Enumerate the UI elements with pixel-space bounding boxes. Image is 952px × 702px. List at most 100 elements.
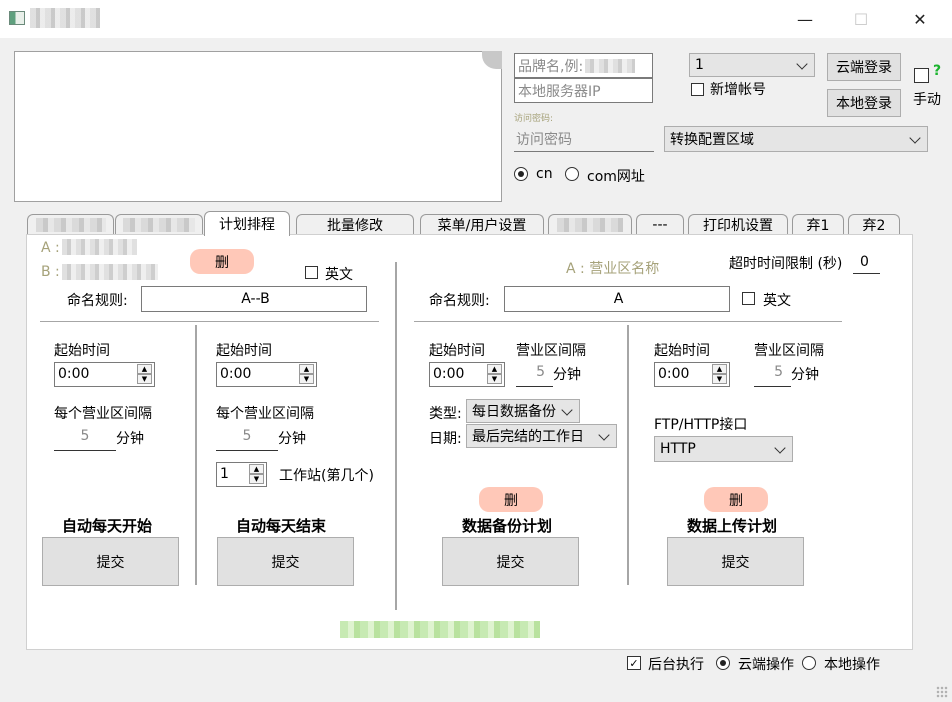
start-time-value-2: 0:00: [220, 366, 252, 382]
backup-start-label: 起始时间: [429, 343, 485, 359]
new-account-label: 新增帐号: [710, 82, 766, 98]
local-login-button[interactable]: 本地登录: [827, 89, 901, 117]
ftp-http-select[interactable]: HTTP: [654, 436, 793, 462]
timeout-input[interactable]: 0: [853, 251, 880, 274]
resize-grip-icon[interactable]: [936, 686, 948, 698]
maximize-button: ☐: [853, 9, 869, 29]
minute-label-1: 分钟: [116, 431, 144, 447]
account-select[interactable]: 1: [689, 53, 815, 77]
close-button[interactable]: ✕: [897, 0, 943, 38]
tab-discard-2[interactable]: 弃2: [848, 214, 900, 235]
divider: [195, 325, 197, 585]
delete-button-left[interactable]: 删: [190, 249, 254, 274]
spin-up-icon[interactable]: ▲: [137, 364, 152, 374]
brand-placeholder: 品牌名,例:: [518, 58, 584, 75]
manual-checkbox[interactable]: [914, 68, 929, 83]
backup-start-input[interactable]: 0:00 ▲ ▼: [429, 362, 505, 387]
brand-name-input[interactable]: 品牌名,例:: [514, 53, 653, 78]
tab-redacted-1[interactable]: [27, 214, 114, 235]
radio-cn[interactable]: [514, 167, 528, 181]
backup-interval-input[interactable]: 5: [516, 364, 553, 387]
upload-interval-label: 营业区间隔: [754, 343, 824, 359]
divider: [627, 325, 629, 585]
tab-batch-edit[interactable]: 批量修改: [296, 214, 414, 235]
auto-end-title: 自动每天结束: [236, 517, 327, 535]
radio-local-op[interactable]: [802, 656, 816, 670]
interval-label-2: 每个营业区间隔: [216, 406, 314, 422]
chevron-down-icon: [909, 132, 921, 144]
brand-redacted: [585, 58, 636, 73]
start-time-input-2[interactable]: 0:00 ▲ ▼: [216, 362, 317, 387]
backup-type-label: 类型:: [429, 406, 462, 422]
backup-type-value: 每日数据备份: [472, 404, 556, 420]
submit-button-auto-end[interactable]: 提交: [217, 537, 354, 586]
spin-down-icon[interactable]: ▼: [712, 374, 727, 384]
naming-rule-label-left: 命名规则:: [67, 293, 128, 309]
submit-button-backup[interactable]: 提交: [442, 537, 579, 586]
tab-menu-user[interactable]: 菜单/用户设置: [420, 214, 544, 235]
background-exec-checkbox[interactable]: ✓: [627, 656, 641, 670]
server-ip-input[interactable]: 本地服务器IP: [514, 78, 653, 103]
english-checkbox-right[interactable]: [742, 292, 755, 305]
access-password-caption: 访问密码:: [514, 114, 554, 124]
spin-up-icon[interactable]: ▲: [712, 364, 727, 374]
tab-redacted-2[interactable]: [115, 214, 203, 235]
english-checkbox-left[interactable]: [305, 266, 318, 279]
app-icon: [9, 11, 25, 25]
access-password-input[interactable]: 访问密码: [514, 127, 654, 152]
new-account-checkbox[interactable]: [691, 83, 704, 96]
spin-down-icon[interactable]: ▼: [487, 374, 502, 384]
radio-com[interactable]: [565, 167, 579, 181]
spin-down-icon[interactable]: ▼: [137, 374, 152, 384]
interval-input-1[interactable]: 5: [54, 428, 116, 451]
a-value-redacted: [62, 239, 137, 255]
local-op-label: 本地操作: [824, 657, 880, 673]
backup-date-select[interactable]: 最后完结的工作日: [466, 424, 617, 448]
backup-type-select[interactable]: 每日数据备份: [466, 399, 580, 423]
radio-com-label: com网址: [587, 169, 645, 185]
english-label-left: 英文: [325, 267, 353, 283]
naming-rule-input-left[interactable]: A--B: [141, 286, 367, 312]
b-value-redacted: [62, 264, 158, 280]
delete-button-upload[interactable]: 删: [704, 487, 768, 512]
start-time-label-1: 起始时间: [54, 343, 110, 359]
tab-dashes[interactable]: ---: [636, 214, 684, 235]
upload-start-label: 起始时间: [654, 343, 710, 359]
chevron-down-icon: [598, 429, 610, 441]
delete-button-backup[interactable]: 删: [479, 487, 543, 512]
start-time-input-1[interactable]: 0:00 ▲ ▼: [54, 362, 155, 387]
spin-down-icon[interactable]: ▼: [299, 374, 314, 384]
tab-schedule[interactable]: 计划排程: [204, 211, 290, 236]
minute-label-2: 分钟: [278, 431, 306, 447]
station-label: 工作站(第几个): [279, 468, 374, 484]
tab-discard-1[interactable]: 弃1: [792, 214, 844, 235]
interval-input-2[interactable]: 5: [216, 428, 278, 451]
help-icon[interactable]: ?: [933, 63, 941, 79]
station-value: 1: [220, 466, 229, 482]
station-stepper[interactable]: 1 ▲ ▼: [216, 462, 267, 487]
spin-up-icon[interactable]: ▲: [249, 464, 264, 474]
server-placeholder: 本地服务器IP: [518, 83, 601, 100]
cloud-login-button[interactable]: 云端登录: [827, 53, 901, 81]
log-textarea[interactable]: [14, 51, 502, 202]
background-exec-label: 后台执行: [648, 657, 704, 673]
ftp-http-label: FTP/HTTP接口: [654, 417, 748, 433]
minimize-button[interactable]: —: [782, 0, 828, 38]
tab-printer[interactable]: 打印机设置: [688, 214, 788, 235]
convert-config-select[interactable]: 转换配置区域: [664, 126, 928, 152]
account-select-value: 1: [695, 57, 704, 73]
backup-plan-title: 数据备份计划: [462, 517, 553, 535]
spin-down-icon[interactable]: ▼: [249, 474, 264, 484]
radio-cloud-op[interactable]: [716, 656, 730, 670]
spin-up-icon[interactable]: ▲: [299, 364, 314, 374]
upload-start-input[interactable]: 0:00 ▲ ▼: [654, 362, 730, 387]
auto-start-title: 自动每天开始: [62, 517, 153, 535]
radio-cn-label: cn: [536, 166, 553, 182]
submit-button-upload[interactable]: 提交: [667, 537, 804, 586]
tab-redacted-3[interactable]: [548, 214, 632, 235]
naming-rule-input-right[interactable]: A: [504, 286, 730, 312]
spin-up-icon[interactable]: ▲: [487, 364, 502, 374]
upload-interval-input[interactable]: 5: [754, 364, 791, 387]
upload-plan-title: 数据上传计划: [687, 517, 778, 535]
submit-button-auto-start[interactable]: 提交: [42, 537, 179, 586]
